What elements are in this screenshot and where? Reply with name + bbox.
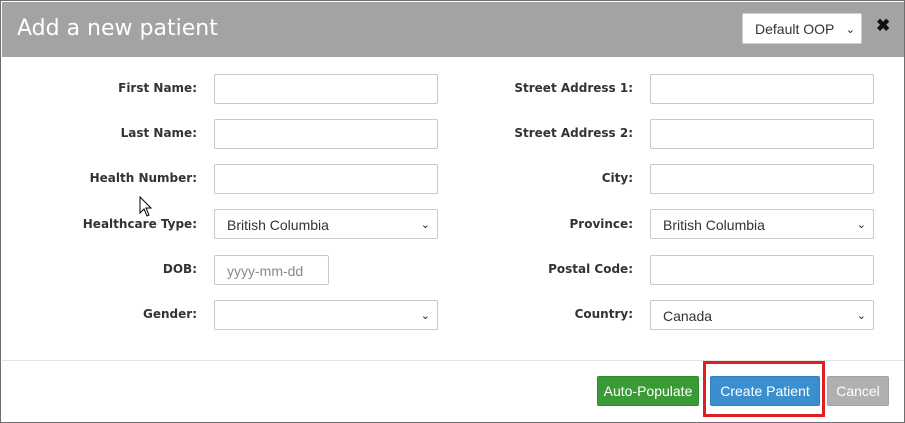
country-label: Country: <box>574 307 633 321</box>
oop-select-value: Default OOP <box>755 21 835 37</box>
province-label: Province: <box>569 217 634 231</box>
chevron-down-icon: ⌄ <box>856 310 866 322</box>
street-address-2-label: Street Address 2: <box>514 126 633 140</box>
dialog-header: Add a new patient Default OOP ⌄ ✖ <box>2 2 904 57</box>
chevron-down-icon: ⌄ <box>420 310 430 322</box>
street-address-2-field[interactable] <box>650 119 874 149</box>
close-icon[interactable]: ✖ <box>876 16 890 36</box>
dob-field[interactable]: yyyy-mm-dd <box>214 255 329 285</box>
street-address-1-label: Street Address 1: <box>514 81 633 95</box>
cancel-button[interactable]: Cancel <box>827 376 889 406</box>
mouse-cursor-icon <box>139 196 153 217</box>
country-value: Canada <box>663 308 713 324</box>
province-value: British Columbia <box>663 217 765 233</box>
last-name-field[interactable] <box>214 119 438 149</box>
last-name-label: Last Name: <box>120 126 197 140</box>
dob-label: DOB: <box>162 262 197 276</box>
healthcare-type-value: British Columbia <box>227 217 329 233</box>
chevron-down-icon: ⌄ <box>845 24 855 36</box>
province-select[interactable]: British Columbia ⌄ <box>650 209 874 239</box>
add-patient-dialog: Add a new patient Default OOP ⌄ ✖ First … <box>0 0 905 423</box>
first-name-field[interactable] <box>214 74 438 104</box>
city-field[interactable] <box>650 164 874 194</box>
chevron-down-icon: ⌄ <box>856 219 866 231</box>
postal-code-label: Postal Code: <box>548 262 633 276</box>
health-number-label: Health Number: <box>89 171 197 185</box>
first-name-label: First Name: <box>118 81 197 95</box>
gender-select[interactable]: ⌄ <box>214 300 438 330</box>
healthcare-type-select[interactable]: British Columbia ⌄ <box>214 209 438 239</box>
country-select[interactable]: Canada ⌄ <box>650 300 874 330</box>
dialog-title: Add a new patient <box>17 16 218 41</box>
street-address-1-field[interactable] <box>650 74 874 104</box>
oop-select[interactable]: Default OOP ⌄ <box>742 13 862 44</box>
auto-populate-button[interactable]: Auto-Populate <box>597 376 699 406</box>
city-label: City: <box>601 171 633 185</box>
healthcare-type-label: Healthcare Type: <box>82 217 197 231</box>
postal-code-field[interactable] <box>650 255 874 285</box>
health-number-field[interactable] <box>214 164 438 194</box>
create-patient-button[interactable]: Create Patient <box>710 376 820 406</box>
gender-label: Gender: <box>143 307 197 321</box>
chevron-down-icon: ⌄ <box>420 219 430 231</box>
